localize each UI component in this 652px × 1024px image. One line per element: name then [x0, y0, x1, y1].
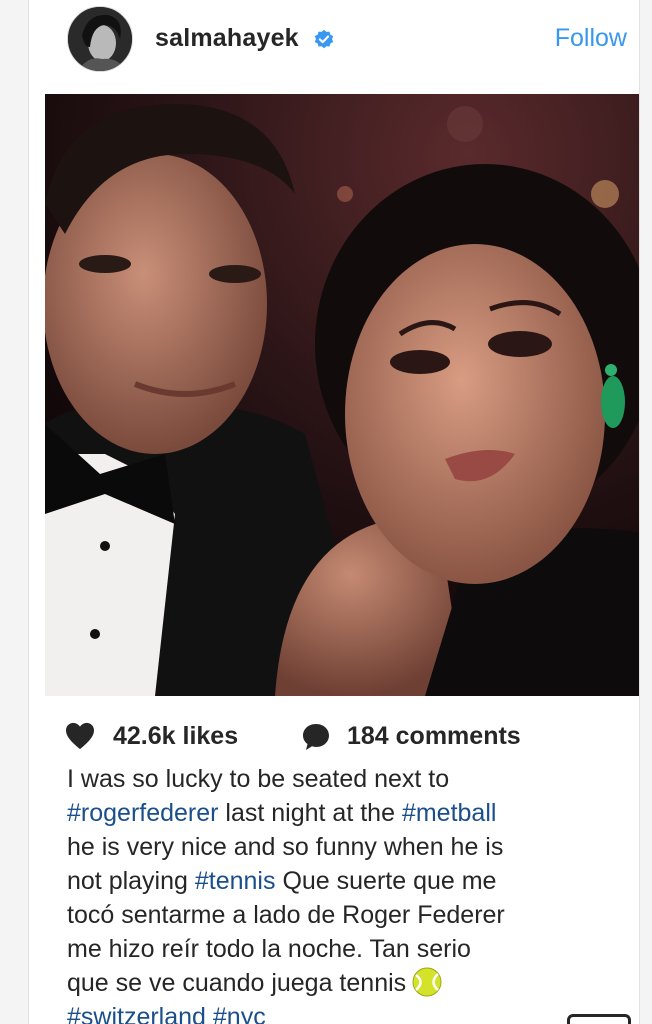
hashtag-link[interactable]: #tennis	[195, 867, 276, 895]
caption-line: #switzerland #nyc	[67, 1000, 607, 1024]
hashtag-link[interactable]: #rogerfederer	[67, 799, 218, 827]
caption-text: he is very nice and so funny when he is	[67, 833, 504, 861]
caption-line: #rogerfederer last night at the #metball	[67, 796, 607, 830]
caption-text: Que suerte que me	[275, 867, 497, 895]
post-caption: I was so lucky to be seated next to #roge…	[67, 762, 607, 1024]
caption-text: I was so lucky to be seated next to	[67, 765, 450, 793]
caption-text: me hizo reír todo la noche. Tan serio	[67, 935, 471, 963]
post-header: salmahayek Follow	[29, 0, 639, 92]
caption-text: last night at the	[218, 799, 402, 827]
username[interactable]: salmahayek	[155, 24, 299, 53]
verified-badge-icon	[314, 29, 334, 49]
bottom-edge-control	[567, 1014, 631, 1024]
caption-line: he is very nice and so funny when he is	[67, 830, 607, 864]
tennis-ball-emoji-icon	[412, 967, 442, 997]
post-actions: 42.6k likes 184 comments	[65, 718, 625, 754]
hashtag-link[interactable]: #switzerland	[67, 1003, 206, 1024]
hashtag-link[interactable]: #nyc	[213, 1003, 266, 1024]
caption-text: que se ve cuando juega tennis	[67, 969, 407, 997]
follow-button[interactable]: Follow	[555, 24, 627, 53]
caption-line: I was so lucky to be seated next to	[67, 762, 607, 796]
heart-icon[interactable]	[65, 722, 95, 750]
caption-text: not playing	[67, 867, 195, 895]
comments-count[interactable]: 184 comments	[347, 722, 521, 751]
comment-icon[interactable]	[301, 722, 331, 752]
caption-line: que se ve cuando juega tennis	[67, 966, 607, 1000]
profile-avatar[interactable]	[67, 6, 133, 72]
likes-count[interactable]: 42.6k likes	[113, 722, 238, 751]
post-photo[interactable]	[45, 94, 639, 696]
caption-line: me hizo reír todo la noche. Tan serio	[67, 932, 607, 966]
caption-text	[206, 1003, 213, 1024]
instagram-post-card: salmahayek Follow 42.6k likes 184 commen…	[28, 0, 640, 1024]
caption-text: tocó sentarme a lado de Roger Federer	[67, 901, 505, 929]
hashtag-link[interactable]: #metball	[402, 799, 497, 827]
caption-line: not playing #tennis Que suerte que me	[67, 864, 607, 898]
caption-line: tocó sentarme a lado de Roger Federer	[67, 898, 607, 932]
